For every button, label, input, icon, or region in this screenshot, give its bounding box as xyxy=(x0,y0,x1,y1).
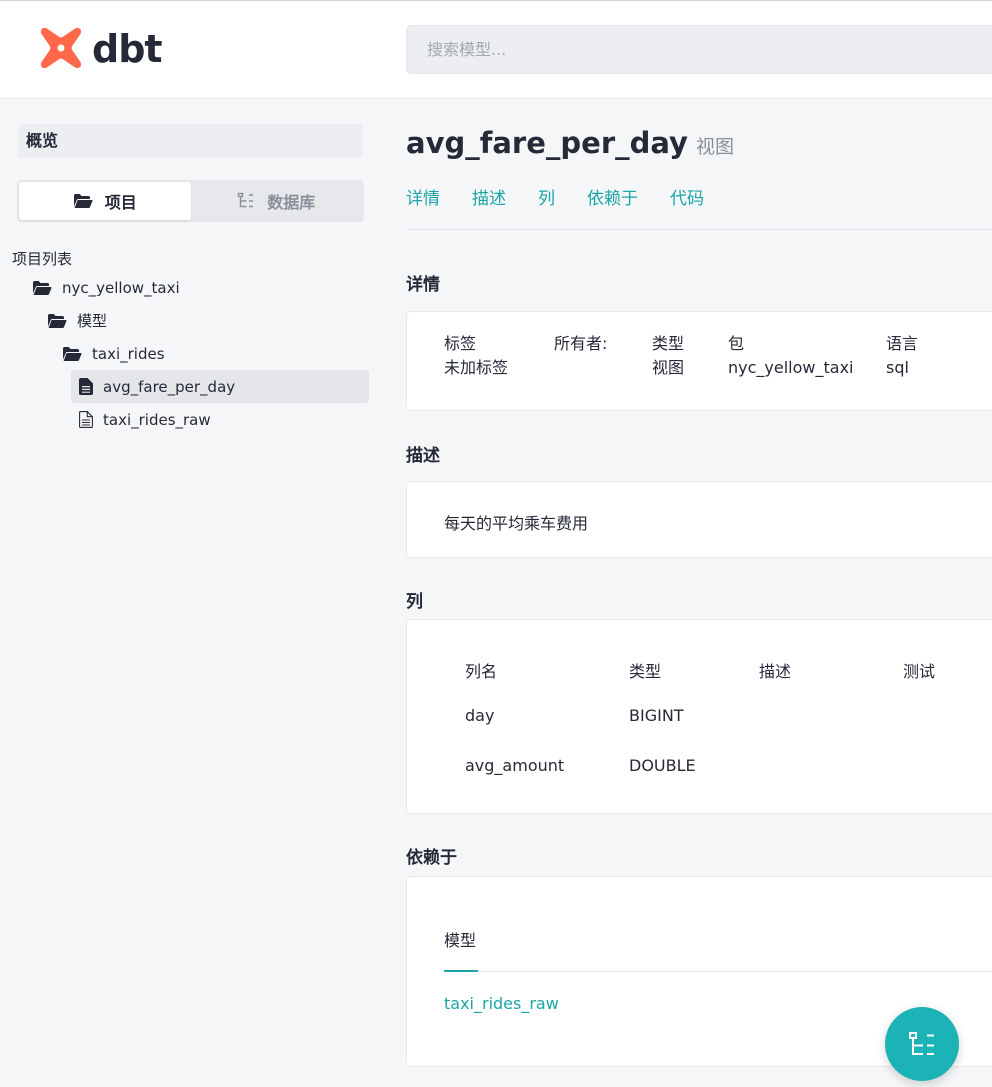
detail-value: sql xyxy=(886,358,909,377)
detail-label: 标签 xyxy=(444,334,477,353)
model-type-label: 视图 xyxy=(695,136,734,158)
depends-on-active-indicator xyxy=(444,970,478,972)
tabs-divider xyxy=(406,229,992,230)
section-tabs: 详情 描述 列 依赖于 代码 xyxy=(406,184,736,209)
detail-tags: 标签 未加标签 xyxy=(444,332,508,380)
description-heading: 描述 xyxy=(406,446,440,466)
tree-item-models[interactable]: 模型 xyxy=(47,304,107,337)
description-card: 每天的平均乘车费用 xyxy=(406,481,992,558)
column-header-tests: 测试 xyxy=(903,662,936,681)
tree-item-label: avg_fare_per_day xyxy=(103,377,236,396)
overview-link[interactable]: 概览 xyxy=(18,124,363,158)
search-input[interactable]: 搜索模型... xyxy=(406,25,992,74)
tree-item-taxi-rides-raw[interactable]: taxi_rides_raw xyxy=(79,403,211,436)
tree-item-avg-fare-per-day[interactable]: avg_fare_per_day xyxy=(71,370,369,403)
columns-card: 列名 类型 描述 测试 day BIGINT avg_amount DOUBLE xyxy=(406,619,992,814)
database-tab-label: 数据库 xyxy=(267,193,316,212)
database-tab-button[interactable]: 数据库 xyxy=(191,182,363,220)
depends-on-models-tab[interactable]: 模型 xyxy=(444,927,476,951)
column-header-type: 类型 xyxy=(629,662,662,681)
tab-depends-on[interactable]: 依赖于 xyxy=(587,184,638,209)
column-type-cell: DOUBLE xyxy=(629,756,696,775)
dbt-logo-icon xyxy=(40,27,82,69)
detail-value: 未加标签 xyxy=(444,358,509,377)
model-title-row: avg_fare_per_day 视图 xyxy=(406,126,734,160)
detail-value: nyc_yellow_taxi xyxy=(728,358,854,377)
tree-item-nyc-yellow-taxi[interactable]: nyc_yellow_taxi xyxy=(32,271,180,304)
sidebar: 概览 项目 数据库 项目列表 nyc_yellow_taxi 模型 taxi_r… xyxy=(0,100,382,1087)
tab-description[interactable]: 描述 xyxy=(472,184,506,209)
column-type-cell: BIGINT xyxy=(629,706,684,725)
detail-label: 语言 xyxy=(886,334,919,353)
top-header: dbt 搜索模型... xyxy=(0,0,992,99)
folder-open-icon xyxy=(33,280,52,295)
folder-open-icon xyxy=(73,194,93,208)
column-header-description: 描述 xyxy=(759,662,792,681)
tab-columns[interactable]: 列 xyxy=(538,184,555,209)
column-header-name: 列名 xyxy=(465,662,498,681)
description-text: 每天的平均乘车费用 xyxy=(444,514,589,533)
model-title: avg_fare_per_day xyxy=(406,126,688,160)
tree-item-label: 模型 xyxy=(77,312,108,330)
logo-text: dbt xyxy=(92,27,163,71)
project-tab-label: 项目 xyxy=(104,193,137,212)
columns-heading: 列 xyxy=(406,592,423,612)
depends-on-heading: 依赖于 xyxy=(406,848,457,868)
detail-package: 包 nyc_yellow_taxi xyxy=(728,332,853,380)
folder-open-icon xyxy=(63,346,82,361)
tab-code[interactable]: 代码 xyxy=(670,184,704,209)
tree-structure-icon xyxy=(909,1032,934,1055)
file-outline-icon xyxy=(79,411,93,428)
detail-label: 类型 xyxy=(652,334,685,353)
details-heading: 详情 xyxy=(406,275,440,295)
detail-label: 包 xyxy=(728,334,745,353)
detail-label: 所有者: xyxy=(554,334,608,353)
detail-language: 语言 sql xyxy=(886,332,918,380)
tab-details[interactable]: 详情 xyxy=(406,184,440,209)
dependency-link[interactable]: taxi_rides_raw xyxy=(444,994,559,1013)
tree-item-label: taxi_rides_raw xyxy=(103,410,211,429)
detail-value: 视图 xyxy=(652,358,685,377)
tree-item-taxi-rides[interactable]: taxi_rides xyxy=(62,337,165,370)
details-card: 标签 未加标签 所有者: 类型 视图 包 nyc_yellow_taxi 语言 … xyxy=(406,311,992,411)
tree-item-label: nyc_yellow_taxi xyxy=(62,278,180,297)
dbt-logo[interactable]: dbt xyxy=(36,25,163,73)
detail-owner: 所有者: xyxy=(554,332,607,356)
project-database-switch: 项目 数据库 xyxy=(17,180,364,222)
column-name-cell[interactable]: avg_amount xyxy=(465,756,564,775)
file-filled-icon xyxy=(79,378,93,395)
depends-on-divider xyxy=(444,971,992,972)
column-name-cell[interactable]: day xyxy=(465,706,494,725)
lineage-graph-button[interactable] xyxy=(885,1007,959,1081)
tree-structure-icon xyxy=(238,192,254,208)
project-list-title: 项目列表 xyxy=(12,250,73,268)
detail-type: 类型 视图 xyxy=(652,332,684,380)
folder-open-icon xyxy=(48,313,67,328)
tree-item-label: taxi_rides xyxy=(92,344,165,363)
project-tab-button[interactable]: 项目 xyxy=(19,182,191,220)
